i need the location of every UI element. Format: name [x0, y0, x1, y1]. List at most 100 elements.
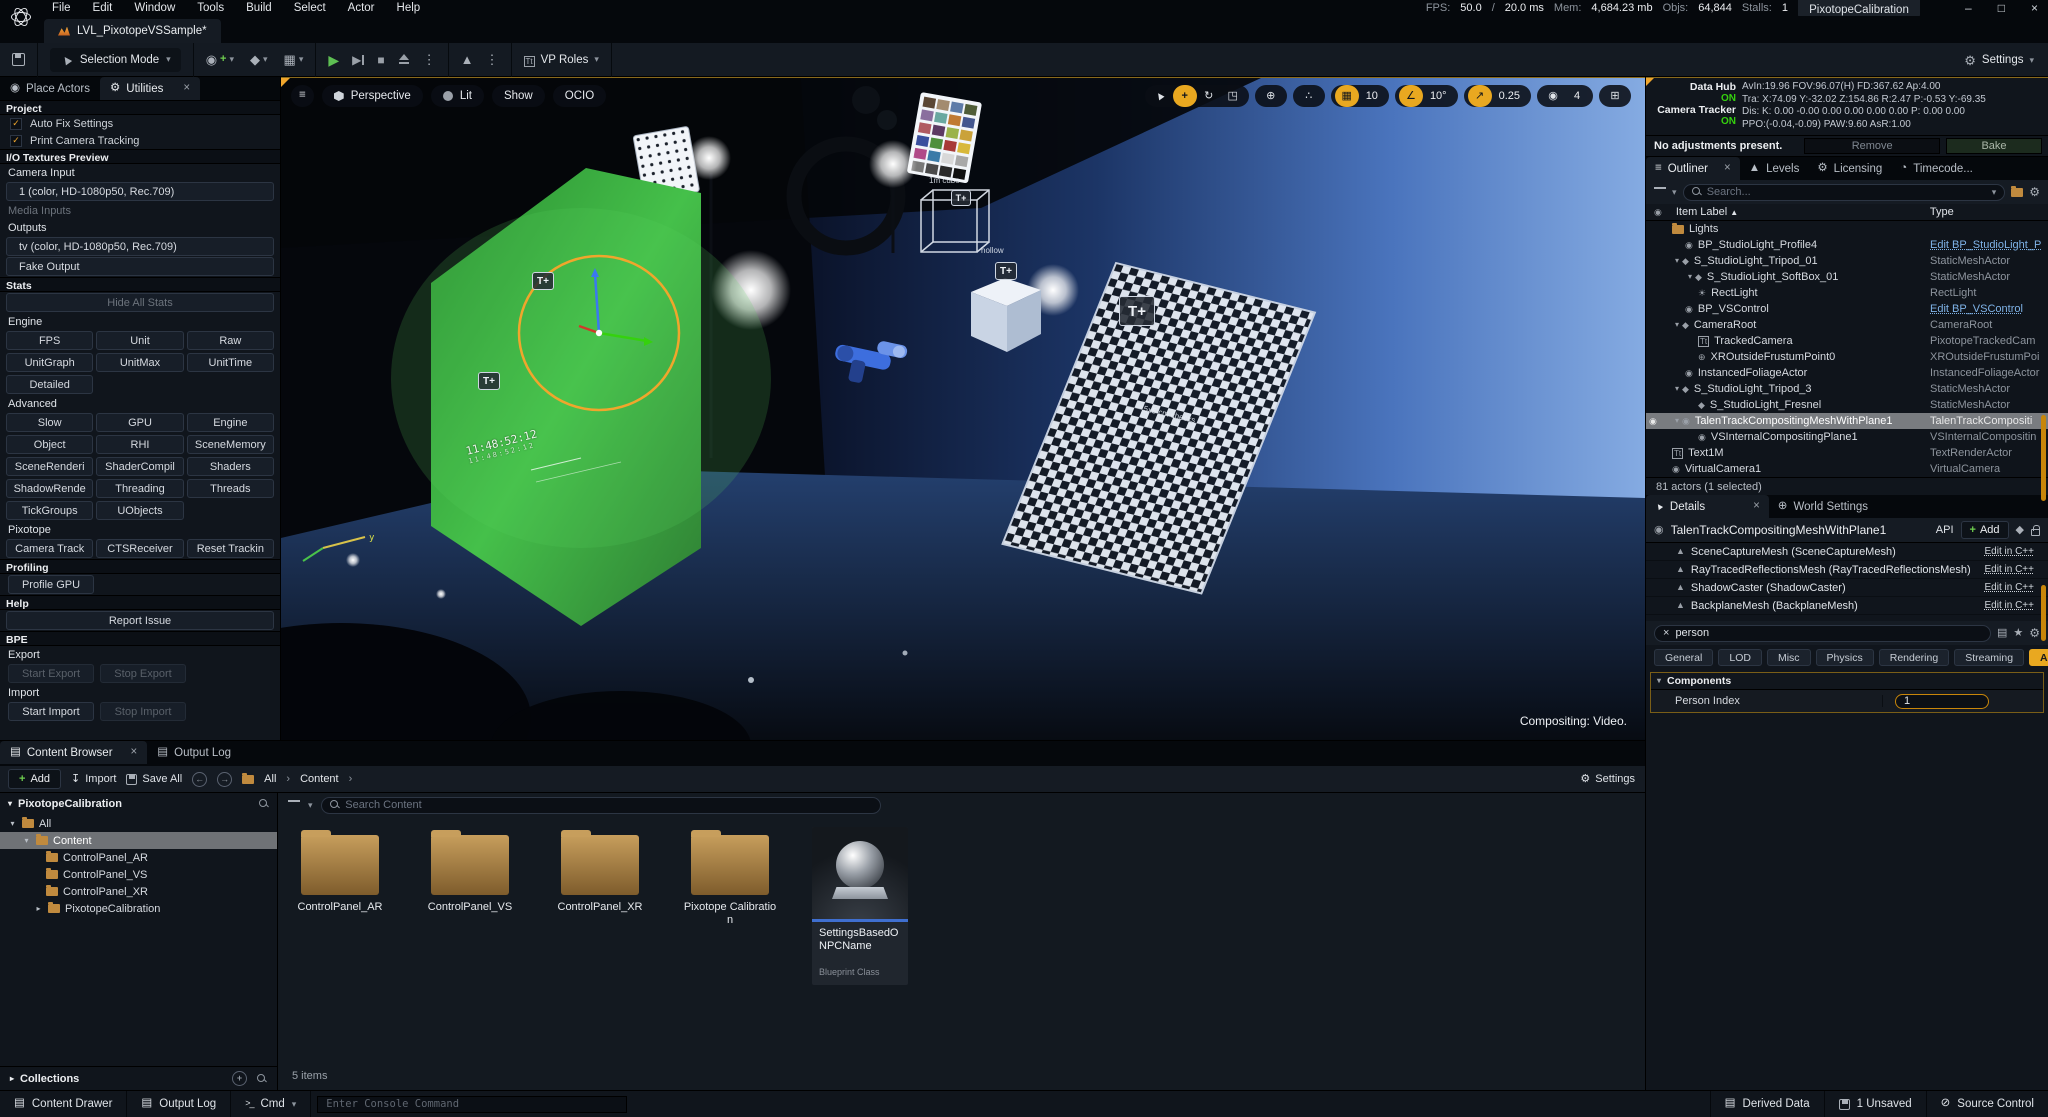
console-input-box[interactable]	[317, 1096, 627, 1113]
filter-streaming[interactable]: Streaming	[1954, 649, 2024, 666]
breadcrumb-content[interactable]: Content	[300, 773, 339, 785]
details-scrollbar[interactable]	[2041, 585, 2046, 641]
component-row[interactable]: SceneCaptureMesh (SceneCaptureMesh)Edit …	[1646, 543, 2048, 561]
outliner-row[interactable]: S_StudioLight_Tripod_3StaticMeshActor	[1646, 381, 2048, 397]
content-search[interactable]	[321, 797, 881, 814]
stat-button[interactable]: Raw	[187, 331, 274, 350]
tree-item-content[interactable]: Content	[0, 832, 277, 849]
maximize-button[interactable]	[1998, 2, 2005, 14]
hide-all-stats-button[interactable]: Hide All Stats	[6, 293, 274, 312]
stat-button[interactable]: ShaderCompil	[96, 457, 183, 476]
tab-utilities[interactable]: Utilities	[100, 77, 200, 100]
checkbox-checked[interactable]	[10, 135, 22, 147]
derived-data-button[interactable]: Derived Data	[1710, 1091, 1824, 1117]
outliner-row[interactable]: TrackedCameraPixotopeTrackedCam	[1646, 333, 2048, 349]
search-icon[interactable]	[257, 1074, 267, 1084]
tab-world-settings[interactable]: World Settings	[1769, 495, 1877, 518]
grid-snap-value[interactable]: 10	[1359, 85, 1385, 107]
tab-levels[interactable]: Levels	[1740, 157, 1809, 180]
add-actor-dropdown[interactable]	[206, 53, 234, 66]
print-camera-tracking-row[interactable]: Print Camera Tracking	[0, 132, 280, 149]
edit-in-cpp-link[interactable]: Edit in C++	[1985, 564, 2034, 575]
save-icon[interactable]	[12, 53, 25, 66]
stat-button[interactable]: UnitMax	[96, 353, 183, 372]
details-search-input[interactable]	[1675, 627, 1982, 639]
menu-help[interactable]: Help	[397, 2, 421, 14]
rotation-snap-toggle[interactable]	[1399, 85, 1423, 107]
rotation-snap-value[interactable]: 10°	[1423, 85, 1454, 107]
filter-lod[interactable]: LOD	[1718, 649, 1762, 666]
output-log-button[interactable]: Output Log	[127, 1091, 231, 1117]
outliner-row-selected[interactable]: TalenTrackCompositingMeshWithPlane1Talen…	[1646, 413, 2048, 429]
content-search-input[interactable]	[345, 799, 871, 811]
stop-export-button[interactable]: Stop Export	[100, 664, 186, 683]
menu-build[interactable]: Build	[246, 2, 272, 14]
move-tool[interactable]	[1173, 85, 1197, 107]
edit-in-cpp-link[interactable]: Edit in C++	[1985, 546, 2034, 557]
filter-general[interactable]: General	[1654, 649, 1713, 666]
outliner-search[interactable]	[1683, 184, 2006, 201]
maximize-viewport-button[interactable]	[1603, 85, 1627, 107]
camera-input-button[interactable]: 1 (color, HD-1080p50, Rec.709)	[6, 182, 274, 201]
filter-physics[interactable]: Physics	[1816, 649, 1874, 666]
checkbox-checked[interactable]	[10, 118, 22, 130]
skip-button[interactable]	[352, 54, 364, 66]
folder-tile[interactable]: ControlPanel_XR	[552, 827, 648, 914]
view-mode-dropdown[interactable]: Lit	[431, 85, 484, 107]
close-button[interactable]	[2031, 2, 2038, 14]
outliner-row[interactable]: Text1MTextRenderActor	[1646, 445, 2048, 461]
stat-button[interactable]: ShadowRende	[6, 479, 93, 498]
play-options-icon[interactable]	[423, 53, 436, 66]
remove-button[interactable]: Remove	[1804, 138, 1940, 154]
filter-icon[interactable]	[288, 800, 300, 810]
viewport-options-menu[interactable]	[291, 85, 314, 107]
add-component-button[interactable]: Add	[1961, 521, 2009, 539]
outliner-row[interactable]: VirtualCamera1VirtualCamera	[1646, 461, 2048, 477]
cinematics-dropdown[interactable]	[284, 53, 304, 66]
scale-snap-value[interactable]: 0.25	[1492, 85, 1527, 107]
tab-content-browser[interactable]: Content Browser	[0, 741, 147, 764]
select-tool[interactable]	[1149, 85, 1173, 107]
blueprint-edit-icon[interactable]	[2016, 525, 2024, 536]
output-tv-button[interactable]: tv (color, HD-1080p50, Rec.709)	[6, 237, 274, 256]
stat-button[interactable]: Unit	[96, 331, 183, 350]
outliner-row[interactable]: VSInternalCompositingPlane1VSInternalCom…	[1646, 429, 2048, 445]
chevron-down-icon[interactable]	[1672, 321, 1682, 329]
stat-button[interactable]: Engine	[187, 413, 274, 432]
stat-button[interactable]: CTSReceiver	[96, 539, 183, 558]
edit-blueprint-link[interactable]: Edit BP_VSControl	[1930, 303, 2048, 315]
eye-icon[interactable]	[1654, 208, 1662, 217]
stat-button[interactable]: TickGroups	[6, 501, 93, 520]
add-button[interactable]: Add	[8, 769, 61, 789]
save-all-button[interactable]: Save All	[126, 773, 182, 785]
menu-tools[interactable]: Tools	[197, 2, 224, 14]
outliner-row[interactable]: CameraRootCameraRoot	[1646, 317, 2048, 333]
tree-item[interactable]: PixotopeCalibration	[0, 900, 277, 917]
tab-place-actors[interactable]: Place Actors	[0, 77, 100, 100]
camera-speed-icon[interactable]	[1541, 85, 1565, 107]
tree-item[interactable]: ControlPanel_XR	[0, 883, 277, 900]
source-header[interactable]: PixotopeCalibration	[0, 793, 277, 815]
chevron-down-icon[interactable]	[1672, 188, 1677, 197]
report-issue-button[interactable]: Report Issue	[6, 611, 274, 630]
outliner-row[interactable]: S_StudioLight_FresnelStaticMeshActor	[1646, 397, 2048, 413]
stat-button[interactable]: Reset Trackin	[187, 539, 274, 558]
filter-icon[interactable]	[1654, 187, 1666, 197]
stat-button[interactable]: Slow	[6, 413, 93, 432]
column-item-label[interactable]: Item Label ▲	[1676, 206, 1930, 218]
import-button[interactable]: Import	[71, 773, 116, 785]
new-folder-icon[interactable]	[2011, 188, 2023, 197]
stat-button[interactable]: UObjects	[96, 501, 183, 520]
level-tab[interactable]: LVL_PixotopeVSSample*	[44, 19, 221, 43]
search-input[interactable]	[1707, 186, 1986, 198]
stat-button[interactable]: Threading	[96, 479, 183, 498]
person-index-input[interactable]	[1895, 694, 1989, 709]
chevron-down-icon[interactable]	[1685, 273, 1695, 281]
stat-button[interactable]: FPS	[6, 331, 93, 350]
auto-fix-settings-row[interactable]: Auto Fix Settings	[0, 115, 280, 132]
filter-rendering[interactable]: Rendering	[1879, 649, 1949, 666]
component-row[interactable]: ShadowCaster (ShadowCaster)Edit in C++	[1646, 579, 2048, 597]
filter-misc[interactable]: Misc	[1767, 649, 1811, 666]
outliner-row[interactable]: RectLightRectLight	[1646, 285, 2048, 301]
start-import-button[interactable]: Start Import	[8, 702, 94, 721]
